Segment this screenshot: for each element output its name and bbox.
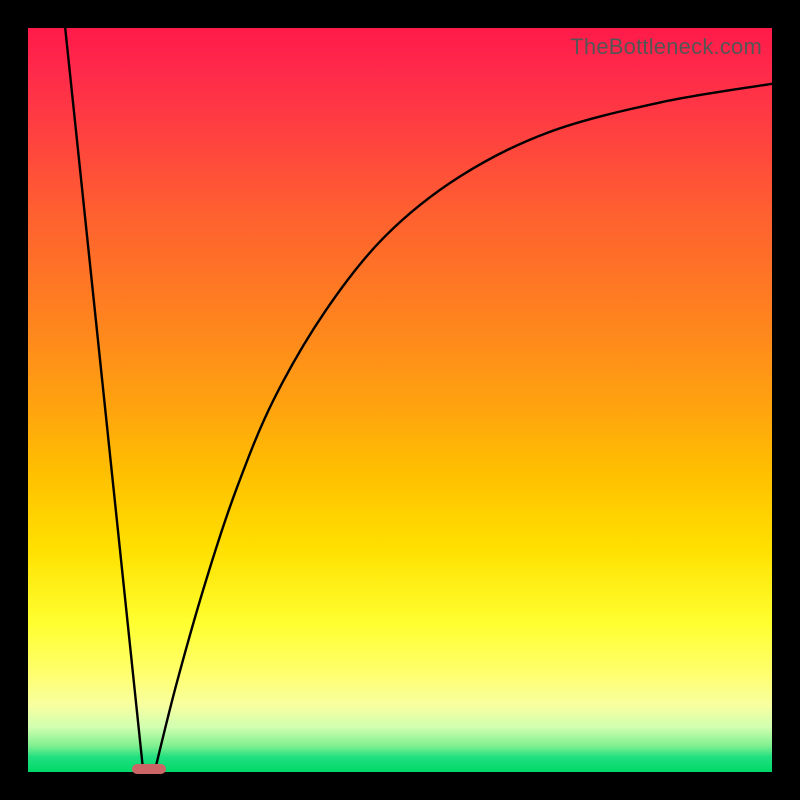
plot-area: TheBottleneck.com xyxy=(28,28,772,772)
curve-layer xyxy=(28,28,772,772)
right-branch-line xyxy=(155,84,773,772)
chart-frame: TheBottleneck.com xyxy=(0,0,800,800)
left-branch-line xyxy=(65,28,143,772)
minimum-marker xyxy=(132,764,165,774)
